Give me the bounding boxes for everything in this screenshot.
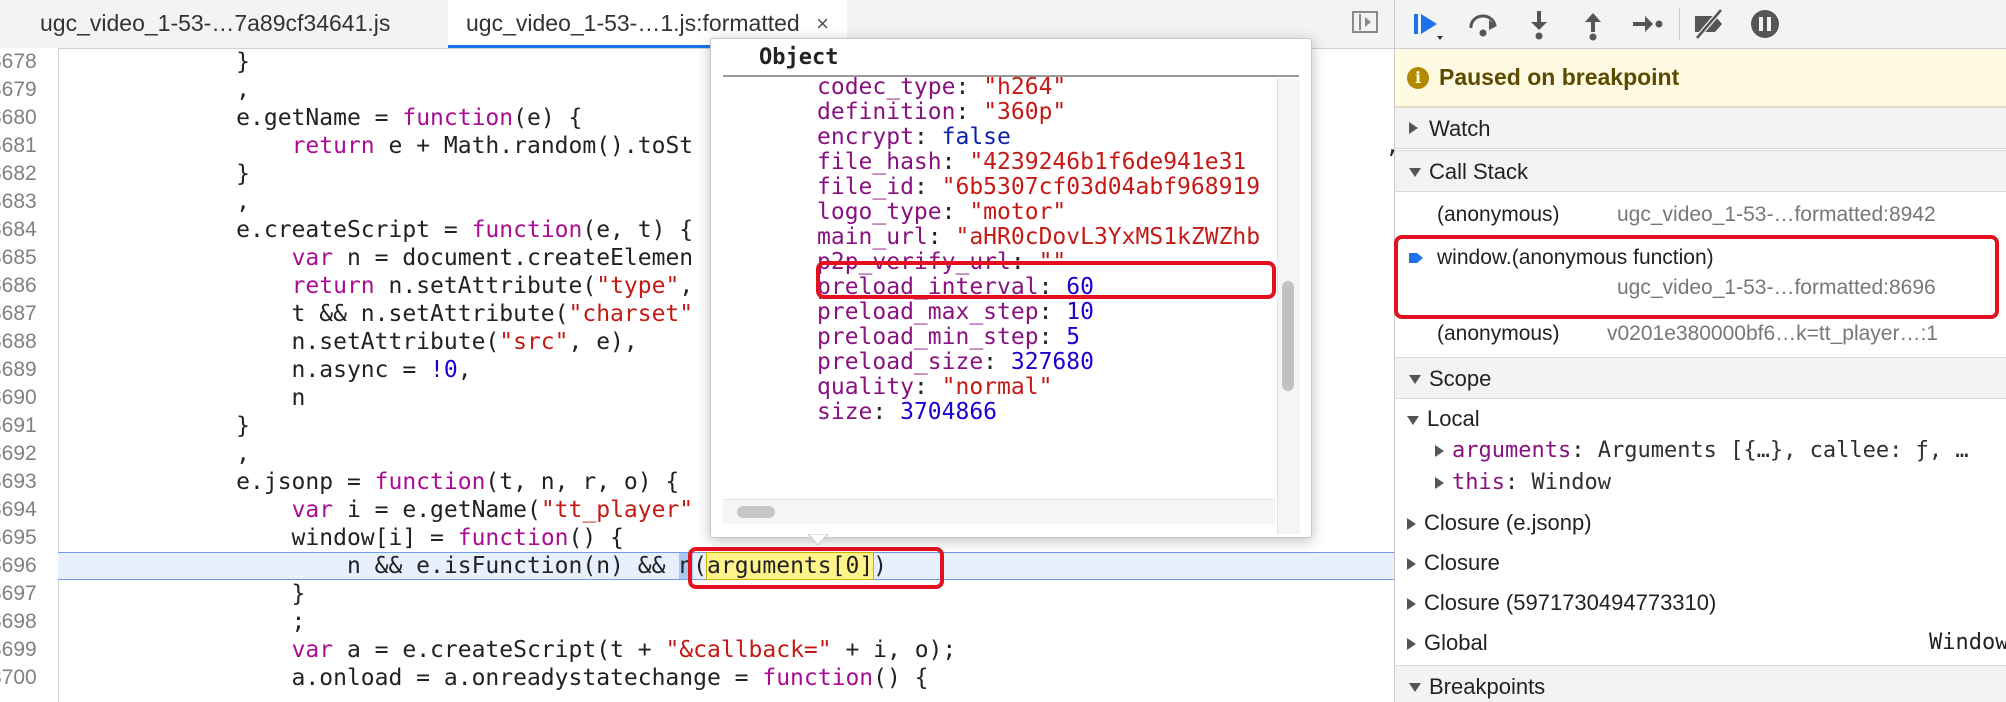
paused-message: Paused on breakpoint (1439, 64, 1680, 90)
toolbar-separator (1679, 8, 1680, 40)
code-line: var a = e.createScript(t + "&callback=" … (291, 637, 957, 663)
section-scope[interactable]: Scope (1395, 357, 2006, 399)
section-watch[interactable]: Watch (1395, 107, 2006, 149)
collapse-arrow-icon (1407, 415, 1419, 425)
variable-name: arguments (1452, 438, 1572, 463)
expand-arrow-icon (1407, 558, 1416, 571)
section-breakpoints[interactable]: Breakpoints (1395, 665, 2006, 702)
frame-location: v0201e380000bf6…k=tt_player…:1 (1607, 322, 1938, 345)
property-value: 3704866 (900, 399, 998, 425)
popover-horizontal-scrollbar[interactable] (723, 499, 1275, 524)
highlight-box-arguments (688, 547, 944, 589)
section-label: Scope (1429, 366, 1492, 391)
scrollbar-thumb[interactable] (1282, 281, 1294, 391)
pause-on-exceptions-icon[interactable] (1747, 6, 1783, 42)
frame-function: (anonymous) (1437, 203, 1560, 226)
expand-arrow-icon (1407, 638, 1416, 651)
scope-label: Closure (1424, 550, 1500, 575)
frame-function: (anonymous) (1437, 322, 1560, 345)
step-icon[interactable] (1629, 6, 1665, 42)
object-property-size[interactable]: size: 3704866 (817, 396, 997, 428)
frame-location: ugc_video_1-53-…formatted:8942 (1617, 203, 1936, 226)
collapse-arrow-icon (1409, 683, 1421, 692)
expand-arrow-icon (1435, 477, 1444, 489)
object-preview-popover[interactable]: Object codec_type: "h264" definition: "36… (710, 38, 1312, 538)
expand-arrow-icon (1407, 518, 1416, 531)
call-stack-frame[interactable]: (anonymous) v0201e380000bf6…k=tt_player…… (1395, 318, 2006, 358)
highlight-box-selected-frame (1394, 235, 1999, 319)
tab-label: ugc_video_1-53-…1.js:formatted (466, 10, 800, 36)
section-label: Call Stack (1429, 159, 1529, 184)
variable-name: this (1452, 470, 1505, 495)
expand-arrow-icon (1409, 122, 1418, 134)
collapse-arrow-icon (1409, 168, 1421, 177)
step-into-icon[interactable] (1521, 6, 1557, 42)
scope-local[interactable]: Local (1407, 406, 1480, 432)
property-key: size (817, 399, 873, 425)
close-icon[interactable]: × (816, 11, 829, 36)
expand-arrow-icon (1407, 598, 1416, 611)
popover-title: Object (759, 45, 839, 70)
section-label: Watch (1429, 116, 1491, 141)
paused-banner: i Paused on breakpoint (1395, 49, 2006, 107)
debugger-toolbar (1395, 0, 2006, 49)
tab-label: ugc_video_1-53-…7a89cf34641.js (40, 10, 391, 36)
popover-pointer (808, 534, 828, 546)
variable-value: Arguments [{…}, callee: ƒ, … (1597, 438, 1969, 463)
code-line: a.onload = a.onreadystatechange = functi… (70, 665, 929, 691)
resume-icon[interactable] (1409, 6, 1445, 42)
collapse-arrow-icon (1409, 375, 1421, 384)
scope-variable-arguments[interactable]: arguments: Arguments [{…}, callee: ƒ, … (1435, 438, 1969, 463)
expand-arrow-icon (1435, 445, 1444, 457)
variable-value: Window (1531, 470, 1611, 495)
scope-label: Local (1427, 406, 1480, 431)
scope-closure[interactable]: Closure (5971730494773310) (1407, 590, 1716, 616)
step-out-icon[interactable] (1575, 6, 1611, 42)
section-call-stack[interactable]: Call Stack (1395, 150, 2006, 192)
scrollbar-thumb[interactable] (737, 506, 775, 518)
scope-label: Closure (e.jsonp) (1424, 510, 1592, 535)
code-line: ; (70, 609, 306, 635)
popover-vertical-scrollbar[interactable] (1277, 79, 1300, 534)
toggle-debugger-panel-icon[interactable] (1352, 11, 1378, 33)
tab-source-file[interactable]: ugc_video_1-53-…7a89cf34641.js (40, 0, 390, 48)
object-property-list: codec_type: "h264" definition: "360p" encr… (711, 77, 1269, 527)
scope-global-value: Window (1929, 630, 2006, 655)
scope-closure[interactable]: Closure (e.jsonp) (1407, 510, 1592, 536)
scope-variable-this[interactable]: this: Window (1435, 470, 1611, 495)
scope-closure[interactable]: Closure (1407, 550, 1500, 576)
info-icon: i (1407, 67, 1429, 89)
highlight-box-main-url (816, 261, 1276, 299)
step-over-icon[interactable] (1465, 6, 1501, 42)
debugger-sidebar: i Paused on breakpoint Watch Call Stack … (1394, 0, 2006, 702)
scope-global[interactable]: Global (1407, 630, 1488, 656)
call-stack-frame[interactable]: (anonymous) ugc_video_1-53-…formatted:89… (1395, 193, 2006, 235)
section-label: Breakpoints (1429, 674, 1546, 699)
scope-label: Global (1424, 630, 1488, 655)
scope-label: Closure (5971730494773310) (1424, 590, 1717, 615)
deactivate-breakpoints-icon[interactable] (1691, 6, 1727, 42)
